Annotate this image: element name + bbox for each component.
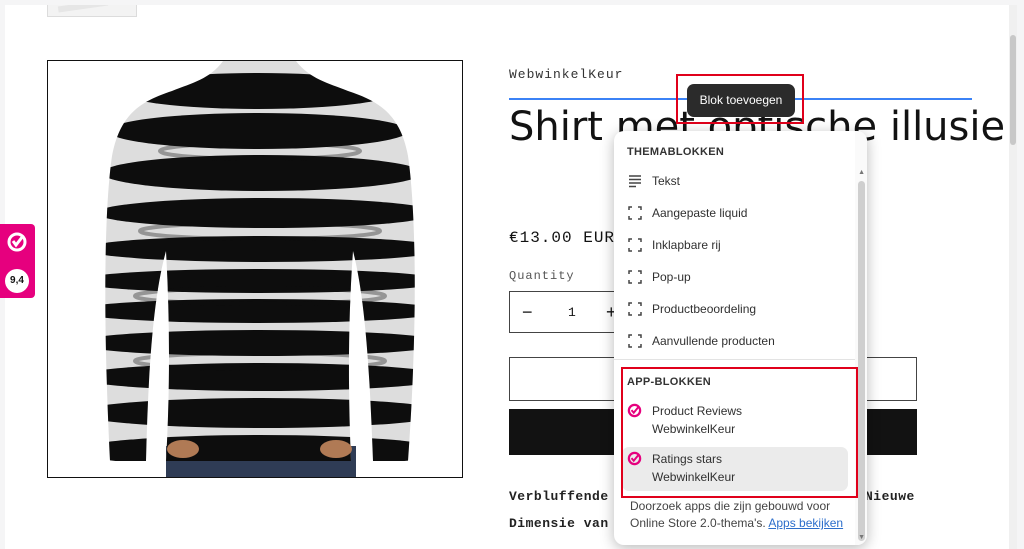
theme-blocks-heading: THEMABLOKKEN <box>627 146 725 158</box>
scrollbar-thumb[interactable] <box>858 181 865 541</box>
scrollbar-thumb[interactable] <box>1010 35 1016 145</box>
webwinkelkeur-icon <box>7 232 27 252</box>
product-price: €13.00 EUR <box>509 229 616 247</box>
block-item-complementary-products[interactable]: Aanvullende producten <box>622 326 848 356</box>
webwinkelkeur-badge[interactable]: 9,4 <box>0 224 35 298</box>
browse-apps-footer: Doorzoek apps die zijn gebouwd voor Onli… <box>630 498 850 532</box>
block-item-popup[interactable]: Pop-up <box>622 262 848 292</box>
quantity-label: Quantity <box>509 269 575 283</box>
block-item-text[interactable]: Tekst <box>622 166 848 196</box>
block-item-label: Aangepaste liquid <box>652 206 748 220</box>
block-item-label: Aanvullende producten <box>652 334 775 348</box>
dashed-square-icon <box>628 206 642 220</box>
dashed-square-icon <box>628 270 642 284</box>
block-item-label: Tekst <box>652 174 681 188</box>
quantity-input[interactable]: 1 <box>568 305 576 320</box>
app-blocks-highlight-box <box>621 367 858 498</box>
dashed-square-icon <box>628 302 642 316</box>
block-item-label: Inklapbare rij <box>652 238 721 252</box>
description-line-tail: Nieuwe <box>865 489 915 504</box>
block-item-custom-liquid[interactable]: Aangepaste liquid <box>622 198 848 228</box>
block-item-product-rating[interactable]: Productbeoordeling <box>622 294 848 324</box>
block-item-collapsible-row[interactable]: Inklapbare rij <box>622 230 848 260</box>
view-apps-link[interactable]: Apps bekijken <box>768 516 843 530</box>
block-item-label: Productbeoordeling <box>652 302 757 316</box>
product-vendor: WebwinkelKeur <box>509 67 624 82</box>
dashed-square-icon <box>628 334 642 348</box>
page-scrollbar[interactable] <box>1009 5 1017 549</box>
product-image[interactable] <box>47 60 463 478</box>
scroll-up-arrow-icon[interactable]: ▲ <box>858 169 865 176</box>
dropdown-divider <box>614 359 855 360</box>
thumbnail-image[interactable] <box>47 5 137 17</box>
rating-score: 9,4 <box>5 269 29 293</box>
quantity-decrease-button[interactable]: − <box>522 302 533 323</box>
scroll-down-arrow-icon[interactable]: ▼ <box>858 534 865 541</box>
block-item-label: Pop-up <box>652 270 691 284</box>
dashed-square-icon <box>628 238 642 252</box>
text-lines-icon <box>629 175 641 188</box>
tooltip-highlight-box <box>676 74 804 124</box>
